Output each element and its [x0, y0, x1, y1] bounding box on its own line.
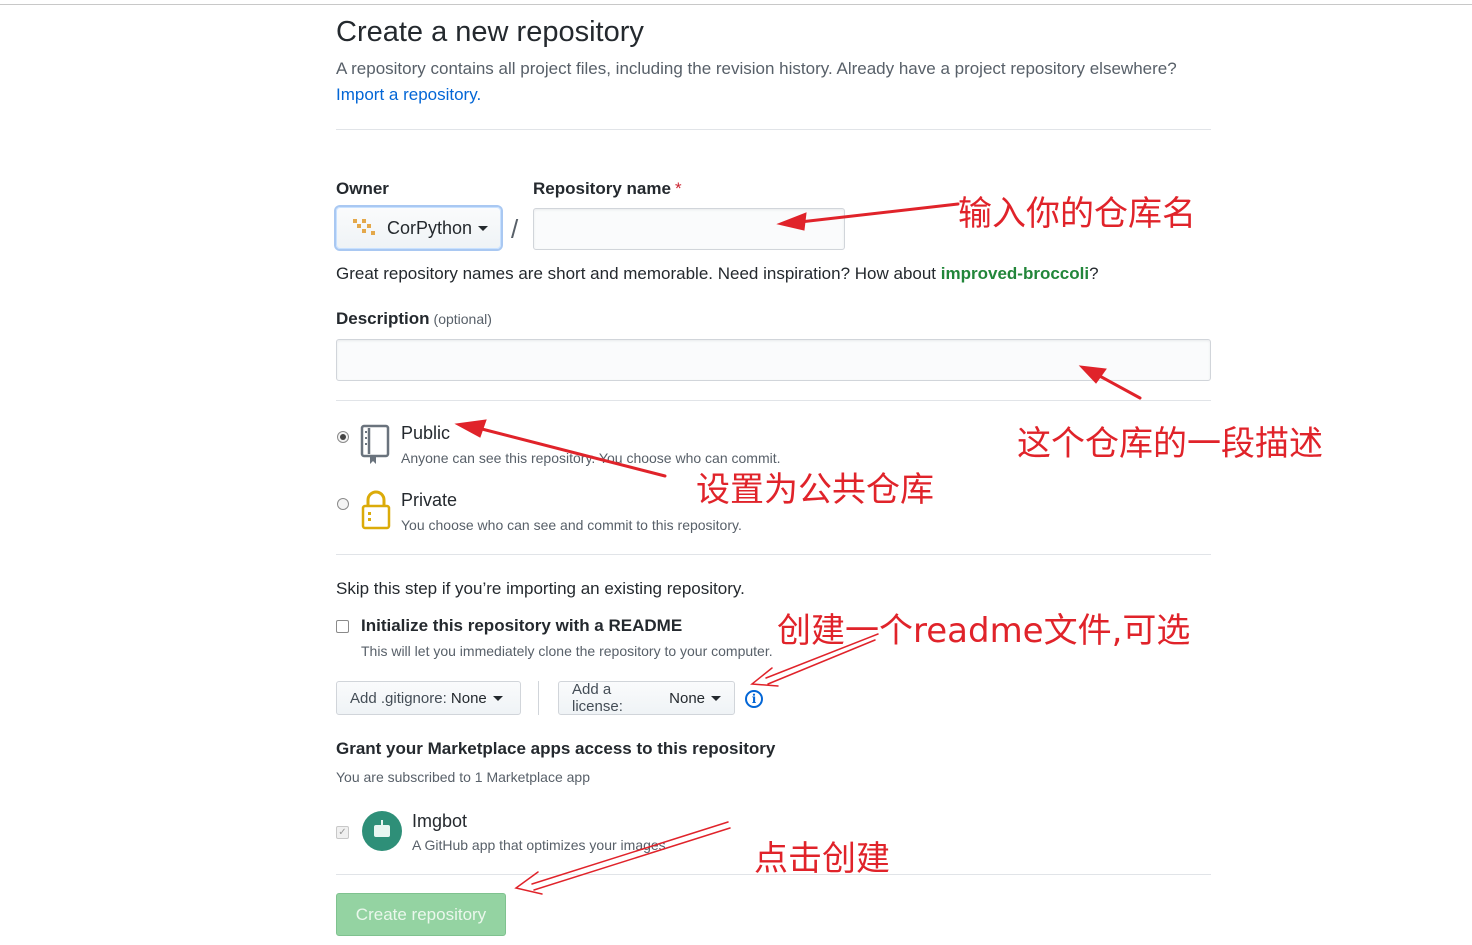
divider	[336, 400, 1211, 401]
import-repository-link[interactable]: Import a repository.	[336, 85, 481, 105]
name-hint: Great repository names are short and mem…	[336, 264, 1099, 284]
license-value: None	[669, 689, 705, 707]
page-title: Create a new repository	[336, 16, 644, 48]
gitignore-label: Add .gitignore:	[350, 689, 447, 707]
readme-description: This will let you immediately clone the …	[361, 643, 773, 659]
public-title: Public	[401, 423, 451, 443]
annotation-public: 设置为公共仓库	[696, 470, 934, 510]
license-label: Add a license:	[572, 681, 623, 715]
owner-name: CorPython	[387, 217, 473, 238]
divider	[336, 554, 1211, 555]
optional-tag: (optional)	[433, 311, 492, 327]
chevron-down-icon	[492, 695, 503, 701]
readme-checkbox[interactable]	[336, 620, 349, 633]
private-title: Private	[401, 490, 458, 510]
divider	[336, 129, 1211, 130]
gitignore-value: None	[450, 689, 487, 707]
page-subtitle: A repository contains all project files,…	[336, 59, 1177, 78]
annotation-readme: 创建一个readme文件,可选	[777, 611, 1191, 651]
gitignore-dropdown[interactable]: Add .gitignore: None	[336, 681, 521, 715]
public-radio[interactable]	[337, 431, 349, 443]
license-dropdown[interactable]: Add a license: None	[558, 681, 735, 715]
required-asterisk: *	[674, 179, 682, 198]
annotation-repo-name: 输入你的仓库名	[958, 194, 1196, 234]
private-description: You choose who can see and commit to thi…	[401, 517, 742, 533]
chevron-down-icon	[711, 695, 721, 701]
name-hint-text: Great repository names are short and mem…	[336, 264, 941, 283]
app-checkbox: ✓	[336, 826, 349, 839]
info-icon[interactable]: i	[745, 690, 763, 708]
repository-name-label: Repository name *	[533, 179, 682, 199]
repository-name-input[interactable]	[533, 208, 845, 250]
imgbot-icon	[362, 811, 402, 851]
description-label: Description (optional)	[336, 309, 492, 329]
description-label-text: Description	[336, 309, 430, 328]
description-input[interactable]	[336, 339, 1211, 381]
owner-repo-separator: /	[511, 214, 519, 244]
repo-icon	[360, 424, 390, 464]
annotation-description: 这个仓库的一段描述	[1017, 424, 1323, 464]
private-radio[interactable]	[337, 498, 349, 510]
owner-avatar	[353, 219, 375, 237]
name-suggestion[interactable]: improved-broccoli	[941, 264, 1089, 283]
app-name: Imgbot	[412, 811, 468, 831]
create-repository-button[interactable]: Create repository	[336, 893, 506, 936]
marketplace-subtitle: You are subscribed to 1 Marketplace app	[336, 769, 590, 785]
lock-icon	[361, 490, 391, 530]
dropdown-divider	[538, 681, 539, 715]
app-description: A GitHub app that optimizes your images	[412, 837, 666, 853]
annotation-create: 点击创建	[754, 839, 890, 879]
chevron-down-icon	[478, 225, 489, 231]
name-hint-end: ?	[1089, 264, 1099, 283]
repository-name-label-text: Repository name	[533, 179, 671, 198]
owner-label: Owner	[336, 179, 389, 198]
top-divider	[0, 4, 1472, 5]
marketplace-title: Grant your Marketplace apps access to th…	[336, 739, 776, 758]
owner-dropdown[interactable]: CorPython	[336, 207, 501, 249]
skip-step-text: Skip this step if you’re importing an ex…	[336, 579, 745, 598]
readme-title: Initialize this repository with a README	[361, 616, 683, 635]
